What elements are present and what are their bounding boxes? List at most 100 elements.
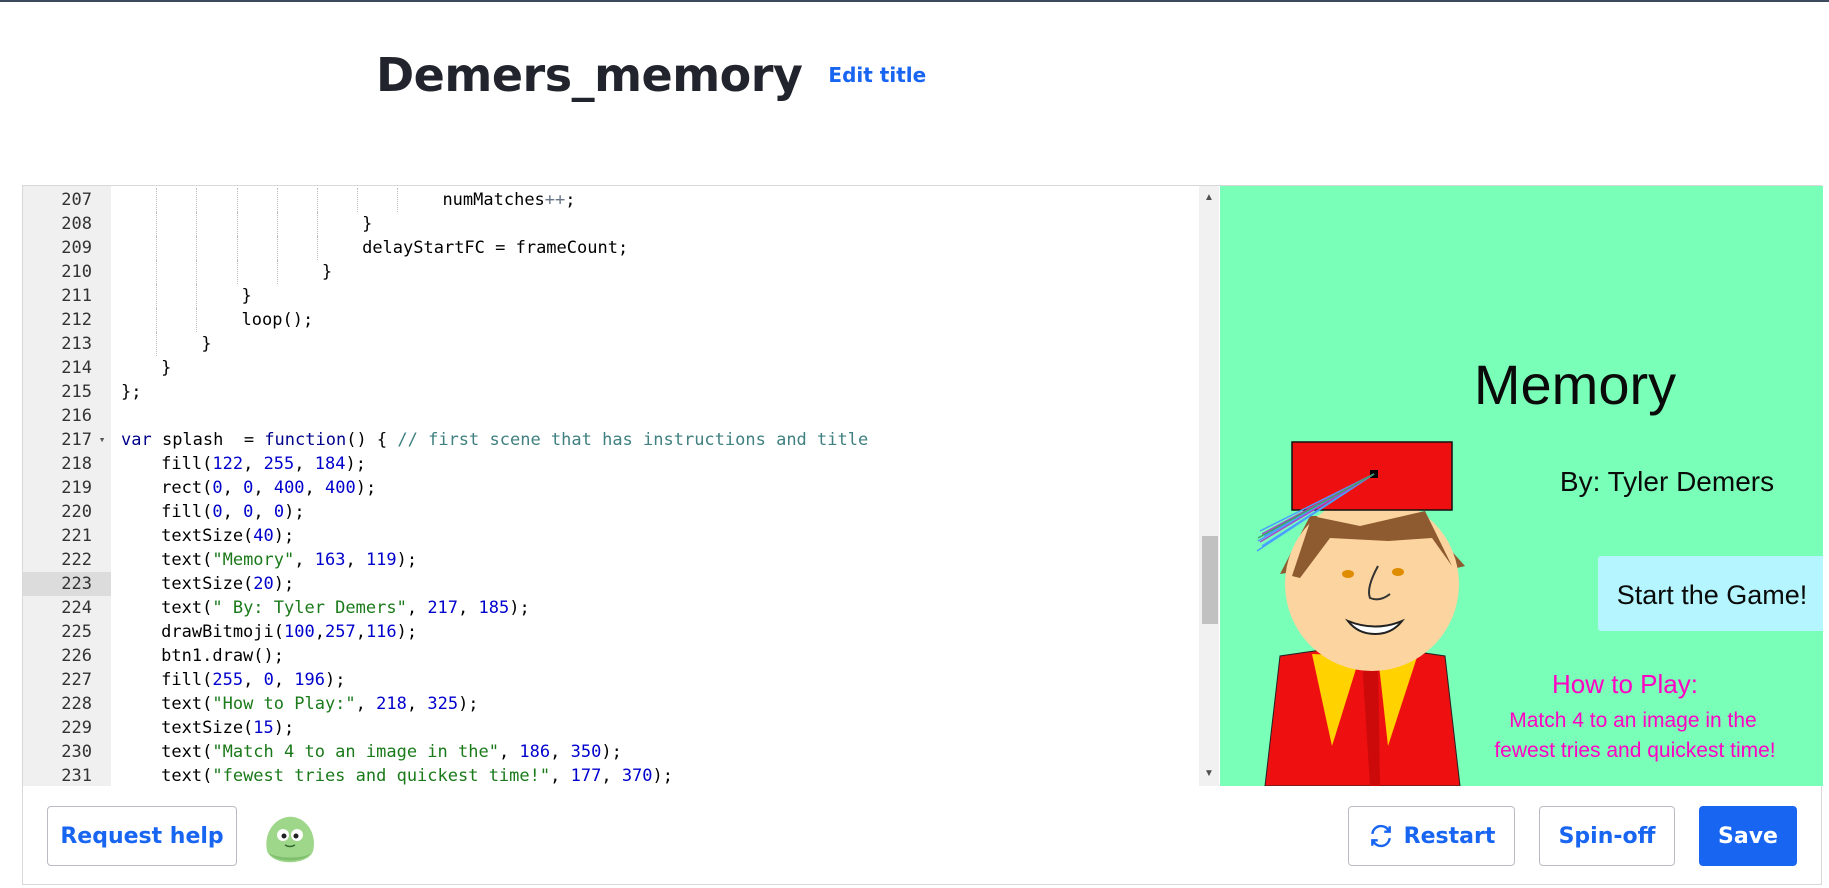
code-line[interactable]: 225 drawBitmoji(100,257,116); xyxy=(23,620,1199,644)
code-token: 40 xyxy=(253,526,274,546)
code-line[interactable]: 210} xyxy=(23,260,1199,284)
code-line[interactable]: 215}; xyxy=(23,380,1199,404)
code-line[interactable]: 220 fill(0, 0, 0); xyxy=(23,500,1199,524)
code-token: 217 xyxy=(427,598,459,618)
code-text: delayStartFC = frameCount; xyxy=(362,236,628,260)
code-token: } xyxy=(321,262,333,282)
code-token: text( xyxy=(161,766,213,786)
code-token: fill( xyxy=(161,502,213,522)
code-line[interactable]: 222 text("Memory", 163, 119); xyxy=(23,548,1199,572)
line-number: 207 xyxy=(61,190,92,210)
code-line[interactable]: 221 textSize(40); xyxy=(23,524,1199,548)
code-token: , xyxy=(601,766,622,786)
line-number: 213 xyxy=(61,334,92,354)
code-line[interactable]: 209 delayStartFC = frameCount; xyxy=(23,236,1199,260)
code-token: 20 xyxy=(253,574,274,594)
code-text: btn1.draw(); xyxy=(161,644,284,668)
avatar-icon[interactable] xyxy=(261,811,317,867)
code-text: loop(); xyxy=(242,308,314,332)
indent-guide xyxy=(236,260,238,284)
code-lines[interactable]: 207 numMatches++; 208} 209 delayStartFC = fr… xyxy=(23,188,1199,786)
indent-guide xyxy=(196,212,198,236)
code-text: drawBitmoji(100,257,116); xyxy=(161,620,417,644)
code-token: } xyxy=(241,286,252,306)
indent-guide xyxy=(316,212,318,236)
indent-guide xyxy=(156,260,158,284)
code-token: ); xyxy=(273,718,295,738)
editor-scrollbar[interactable]: ▲ ▼ xyxy=(1199,186,1219,786)
line-number: 211 xyxy=(61,286,92,306)
line-number: 214 xyxy=(61,358,92,378)
how-to-play-line-2: fewest tries and quickest time! xyxy=(1494,739,1775,762)
indent-guide xyxy=(276,236,278,260)
code-line[interactable]: 223 textSize(20); xyxy=(23,572,1199,596)
code-line[interactable]: 216 xyxy=(23,404,1199,428)
code-line[interactable]: 208} xyxy=(23,212,1199,236)
scroll-up-arrow-icon[interactable]: ▲ xyxy=(1199,188,1219,208)
code-token: numMatches xyxy=(442,190,545,210)
code-token: } xyxy=(161,358,172,378)
line-number: 230 xyxy=(61,742,92,762)
program-output-canvas[interactable]: Memory By: Tyler Demers Start the Game! xyxy=(1220,186,1823,786)
code-line[interactable]: 224 text(" By: Tyler Demers", 217, 185); xyxy=(23,596,1199,620)
line-number: 226 xyxy=(61,646,92,666)
code-line[interactable]: 226 btn1.draw(); xyxy=(23,644,1199,668)
indent-guide xyxy=(236,212,238,236)
code-line[interactable]: 207 numMatches++; xyxy=(23,188,1199,212)
code-token: "Match 4 to an image in the" xyxy=(212,742,499,762)
code-token: , xyxy=(243,670,264,690)
line-number: 210 xyxy=(61,262,92,282)
line-number: 220 xyxy=(61,502,92,522)
indent-guide xyxy=(156,212,158,236)
indent-guide xyxy=(196,236,198,260)
code-token: rect( xyxy=(161,478,213,498)
restart-button[interactable]: Restart xyxy=(1348,806,1515,866)
code-line[interactable]: 217 ▾ var splash = function() { // first s… xyxy=(23,428,1199,452)
code-token: 0 xyxy=(243,502,254,522)
code-line[interactable]: 213} xyxy=(23,332,1199,356)
line-number: 215 xyxy=(61,382,92,402)
code-line[interactable]: 229 textSize(15); xyxy=(23,716,1199,740)
code-token: "How to Play:" xyxy=(212,694,356,714)
code-line[interactable]: 212 loop(); xyxy=(23,308,1199,332)
code-token: delayStartFC = frameCount; xyxy=(362,238,629,258)
code-token: 186 xyxy=(519,742,551,762)
indent-guide xyxy=(196,188,198,212)
code-token: ++ xyxy=(544,190,566,210)
code-token: 100 xyxy=(284,622,315,642)
code-editor[interactable]: 207 numMatches++; 208} 209 delayStartFC = fr… xyxy=(23,186,1219,786)
code-token: 0 xyxy=(273,502,285,522)
spin-off-button[interactable]: Spin-off xyxy=(1539,806,1675,866)
code-token: ); xyxy=(345,454,366,474)
code-line[interactable]: 218 fill(122, 255, 184); xyxy=(23,452,1199,476)
code-token: btn1.draw(); xyxy=(161,646,284,666)
code-line[interactable]: 214} xyxy=(23,356,1199,380)
save-button[interactable]: Save xyxy=(1699,806,1797,866)
code-token: 255 xyxy=(263,454,295,474)
code-line[interactable]: 230 text("Match 4 to an image in the", 18… xyxy=(23,740,1199,764)
code-line[interactable]: 231 text("fewest tries and quickest time!… xyxy=(23,764,1199,786)
output-drawing[interactable]: Memory By: Tyler Demers Start the Game! xyxy=(1220,186,1823,786)
code-token: textSize( xyxy=(161,526,254,546)
code-text: numMatches++; xyxy=(442,188,575,212)
code-line[interactable]: 219 rect(0, 0, 400, 400); xyxy=(23,476,1199,500)
scroll-thumb[interactable] xyxy=(1202,536,1218,624)
scroll-down-arrow-icon[interactable]: ▼ xyxy=(1199,764,1219,784)
code-token: // first scene that has instructions and… xyxy=(397,430,869,450)
code-token: , xyxy=(294,454,315,474)
edit-title-link[interactable]: Edit title xyxy=(828,63,926,87)
code-line[interactable]: 228 text("How to Play:", 218, 325); xyxy=(23,692,1199,716)
code-text: rect(0, 0, 400, 400); xyxy=(161,476,376,500)
code-token: 370 xyxy=(621,766,653,786)
code-text: text("Match 4 to an image in the", 186, … xyxy=(161,740,622,764)
fold-arrow-icon[interactable]: ▾ xyxy=(93,428,111,452)
line-number: 227 xyxy=(61,670,92,690)
code-token: ); xyxy=(325,670,346,690)
restart-icon xyxy=(1370,824,1391,848)
code-line[interactable]: 211} xyxy=(23,284,1199,308)
indent-guide xyxy=(357,188,359,212)
indent-guide xyxy=(196,260,198,284)
code-text: }; xyxy=(121,380,141,404)
code-line[interactable]: 227 fill(255, 0, 196); xyxy=(23,668,1199,692)
request-help-button[interactable]: Request help xyxy=(47,806,237,866)
